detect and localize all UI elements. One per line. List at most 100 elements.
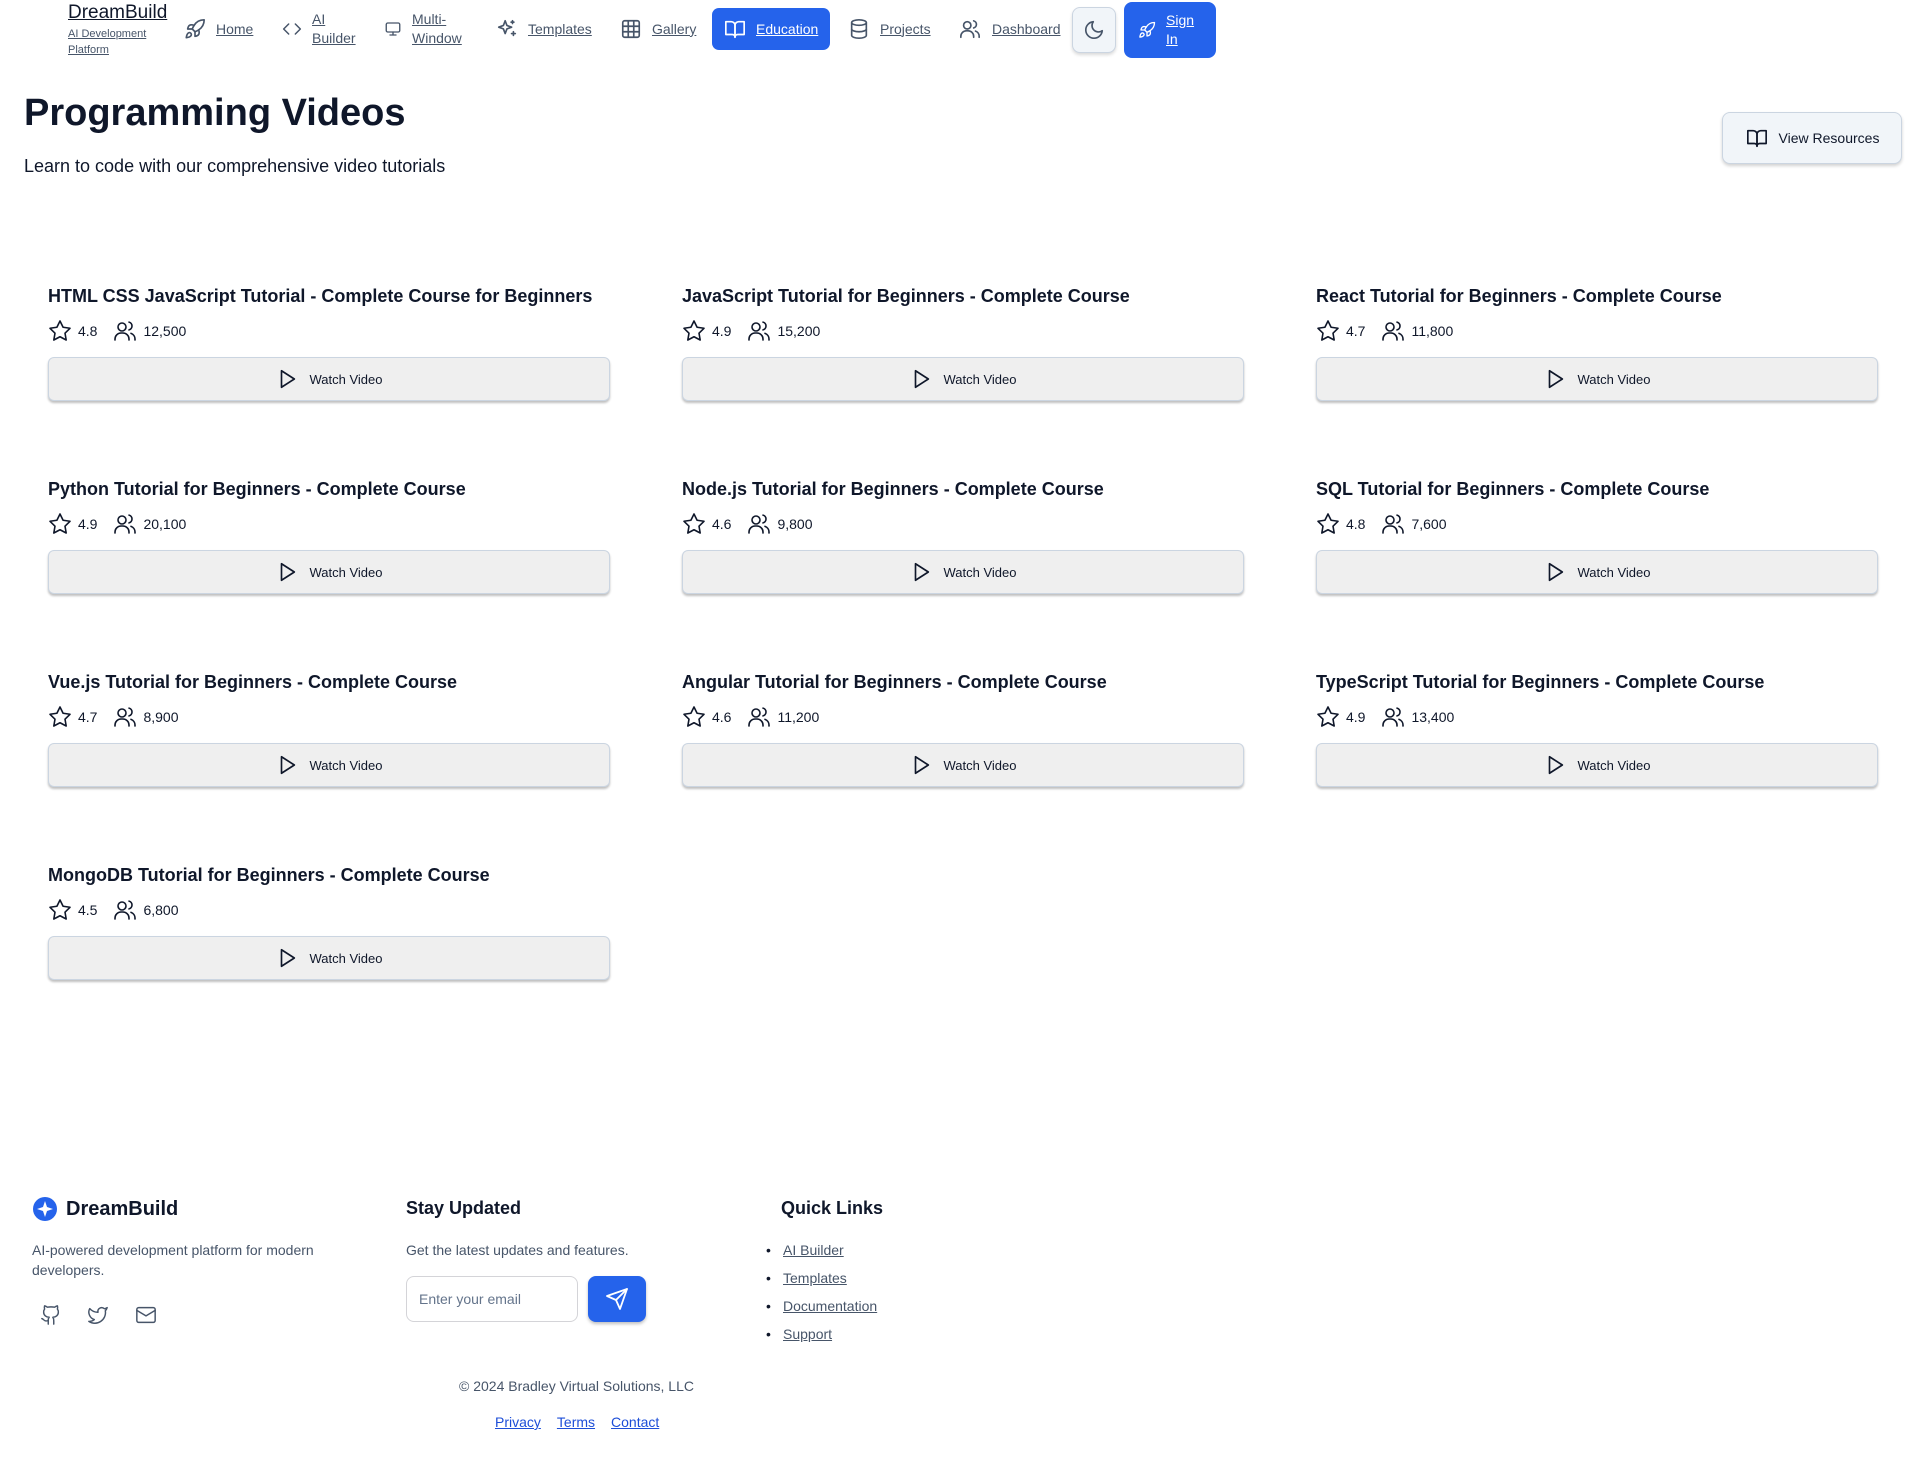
video-rating: 4.7 (1346, 323, 1366, 339)
watch-video-button[interactable]: Watch Video (682, 550, 1244, 594)
star-icon (683, 706, 705, 727)
video-title: MongoDB Tutorial for Beginners - Complet… (48, 865, 490, 885)
quick-link-templates[interactable]: Templates (781, 1268, 877, 1296)
watch-video-button[interactable]: Watch Video (1316, 357, 1878, 401)
watch-video-button[interactable]: Watch Video (1316, 743, 1878, 787)
brand-name[interactable]: DreamBuild (68, 2, 178, 24)
twitter-icon[interactable] (86, 1304, 110, 1326)
code-icon (282, 23, 302, 35)
watch-video-button[interactable]: Watch Video (48, 550, 610, 594)
play-icon (1548, 755, 1563, 775)
watch-video-button[interactable]: Watch Video (48, 743, 610, 787)
contact-link[interactable]: Contact (611, 1414, 659, 1430)
moon-icon (1084, 20, 1104, 40)
grid-icon (621, 19, 641, 39)
video-students: 11,200 (777, 709, 820, 725)
star-icon (49, 899, 71, 920)
nav-ai-builder-label[interactable]: AI Builder (312, 10, 358, 48)
video-rating: 4.6 (712, 516, 732, 532)
nav-education[interactable]: Education (712, 8, 831, 50)
privacy-link[interactable]: Privacy (495, 1414, 541, 1430)
nav-dashboard[interactable]: Dashboard (958, 8, 1061, 50)
nav-home-label[interactable]: Home (216, 20, 253, 39)
video-meta: 4.6 11,200 (682, 705, 1244, 729)
theme-toggle-button[interactable] (1072, 7, 1116, 53)
nav-projects-label[interactable]: Projects (880, 20, 931, 39)
view-resources-button[interactable]: View Resources (1722, 112, 1902, 164)
play-icon (1548, 562, 1563, 582)
nav-gallery-label[interactable]: Gallery (652, 20, 696, 39)
video-meta: 4.8 12,500 (48, 319, 610, 343)
page-title: Programming Videos (24, 92, 406, 134)
watch-video-button[interactable]: Watch Video (1316, 550, 1878, 594)
subscribe-button[interactable] (588, 1276, 646, 1322)
nav-home[interactable]: Home (184, 8, 253, 50)
watch-video-label[interactable]: Watch Video (1578, 372, 1651, 387)
users-icon (748, 707, 771, 727)
watch-video-button[interactable]: Watch Video (682, 743, 1244, 787)
sparkle-logo-icon (33, 1197, 57, 1221)
watch-video-label[interactable]: Watch Video (310, 758, 383, 773)
sign-in-label[interactable]: Sign In (1166, 11, 1200, 49)
video-rating: 4.8 (1346, 516, 1366, 532)
users-icon (114, 321, 137, 341)
watch-video-label[interactable]: Watch Video (1578, 758, 1651, 773)
watch-video-label[interactable]: Watch Video (944, 565, 1017, 580)
watch-video-label[interactable]: Watch Video (1578, 565, 1651, 580)
video-students: 15,200 (777, 323, 821, 339)
users-icon (748, 321, 771, 341)
nav-templates[interactable]: Templates (496, 8, 592, 50)
play-icon (914, 755, 929, 775)
watch-video-label[interactable]: Watch Video (310, 951, 383, 966)
quick-link-documentation[interactable]: Documentation (781, 1296, 877, 1324)
nav-multi-window-label[interactable]: Multi-Window (412, 10, 466, 48)
email-input[interactable] (406, 1276, 578, 1322)
watch-video-label[interactable]: Watch Video (310, 565, 383, 580)
sign-in-button[interactable]: Sign In (1124, 2, 1216, 58)
star-icon (49, 320, 71, 341)
video-title: React Tutorial for Beginners - Complete … (1316, 286, 1722, 306)
github-icon[interactable] (40, 1304, 62, 1326)
quick-link-support[interactable]: Support (781, 1324, 877, 1352)
video-card: Node.js Tutorial for Beginners - Complet… (682, 479, 1244, 594)
nav-multi-window[interactable]: Multi-Window (384, 8, 466, 50)
view-resources-label[interactable]: View Resources (1779, 130, 1880, 146)
play-icon (914, 562, 929, 582)
watch-video-button[interactable]: Watch Video (682, 357, 1244, 401)
database-icon (850, 19, 868, 39)
brand-link[interactable]: DreamBuild AI Development Platform (68, 2, 178, 58)
book-icon (725, 20, 745, 39)
video-students: 6,800 (143, 902, 179, 918)
users-icon (748, 514, 771, 534)
nav-ai-builder[interactable]: AI Builder (282, 8, 358, 50)
video-title: Vue.js Tutorial for Beginners - Complete… (48, 672, 458, 692)
send-icon (606, 1288, 628, 1310)
watch-video-label[interactable]: Watch Video (944, 758, 1017, 773)
quick-link-ai-builder[interactable]: AI Builder (781, 1240, 877, 1268)
nav-dashboard-label[interactable]: Dashboard (992, 20, 1061, 39)
watch-video-button[interactable]: Watch Video (48, 357, 610, 401)
video-rating: 4.9 (78, 516, 98, 532)
watch-video-button[interactable]: Watch Video (48, 936, 610, 980)
nav-education-label[interactable]: Education (756, 20, 818, 39)
nav-gallery[interactable]: Gallery (620, 8, 696, 50)
brand-tagline[interactable]: AI Development Platform (68, 26, 178, 58)
star-icon (1317, 320, 1339, 341)
nav-templates-label[interactable]: Templates (528, 20, 592, 39)
users-icon (1382, 321, 1405, 341)
quick-links-heading: Quick Links (781, 1198, 884, 1218)
nav-projects[interactable]: Projects (848, 8, 931, 50)
video-meta: 4.5 6,800 (48, 898, 610, 922)
users-icon (1382, 514, 1405, 534)
star-icon (1317, 706, 1339, 727)
mail-icon[interactable] (134, 1304, 158, 1326)
watch-video-label[interactable]: Watch Video (944, 372, 1017, 387)
video-students: 20,100 (143, 516, 187, 532)
play-icon (280, 755, 295, 775)
video-meta: 4.8 7,600 (1316, 512, 1878, 536)
video-card: HTML CSS JavaScript Tutorial - Complete … (48, 286, 610, 401)
star-icon (1317, 513, 1339, 534)
watch-video-label[interactable]: Watch Video (310, 372, 383, 387)
terms-link[interactable]: Terms (557, 1414, 595, 1430)
play-icon (280, 562, 295, 582)
